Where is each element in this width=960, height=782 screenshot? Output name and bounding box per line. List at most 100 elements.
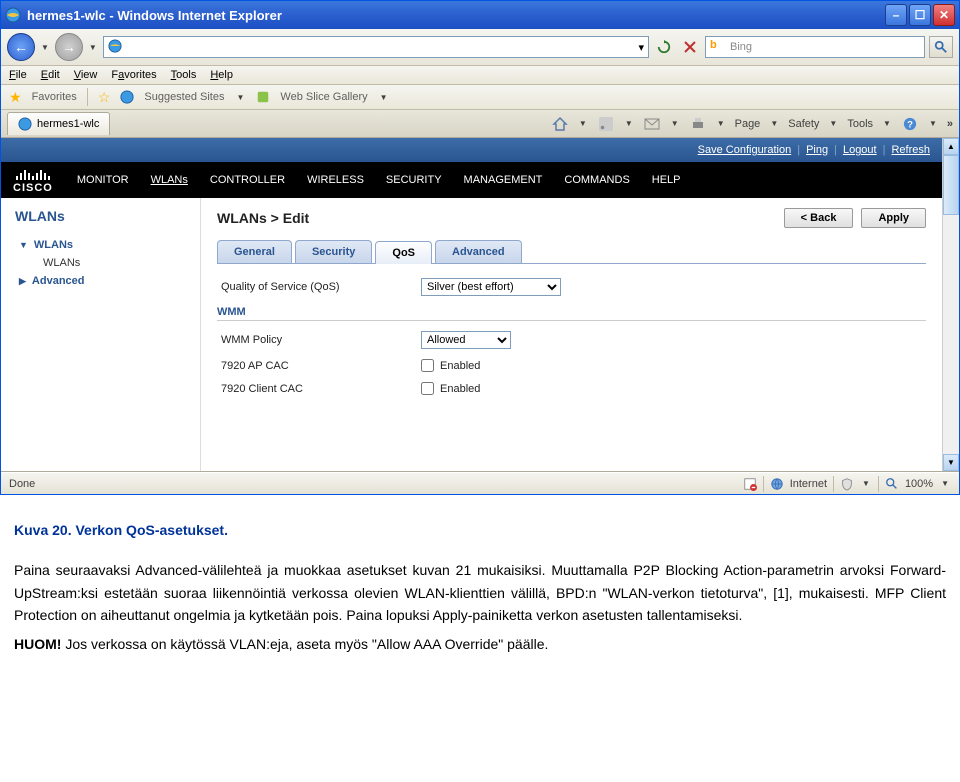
suggested-star-icon: ☆ [98, 89, 111, 106]
client-cac-enabled-text: Enabled [440, 383, 480, 395]
nav-commands[interactable]: COMMANDS [564, 174, 629, 186]
webslice-link[interactable]: Web Slice Gallery [280, 91, 367, 103]
doc-paragraph-1: Paina seuraavaksi Advanced-välilehteä ja… [14, 559, 946, 626]
cisco-nav-bar: CISCO MONITOR WLANs CONTROLLER WIRELESS … [1, 162, 942, 198]
browser-tab[interactable]: hermes1-wlc [7, 112, 110, 135]
qos-label: Quality of Service (QoS) [221, 281, 421, 293]
favorites-label[interactable]: Favorites [32, 91, 77, 103]
separator [87, 88, 88, 106]
close-button[interactable]: ✕ [933, 4, 955, 26]
back-button[interactable]: < Back [784, 208, 854, 228]
tab-security[interactable]: Security [295, 240, 372, 263]
blocked-icon[interactable] [743, 477, 757, 491]
suggested-sites-link[interactable]: Suggested Sites [144, 91, 224, 103]
address-dropdown-icon[interactable]: ▾ [638, 41, 644, 54]
menu-tools[interactable]: Tools [171, 69, 197, 81]
maximize-button[interactable]: ☐ [909, 4, 931, 26]
help-icon[interactable]: ? [901, 115, 919, 133]
tab-general[interactable]: General [217, 240, 292, 263]
ie-icon [5, 7, 21, 23]
minimize-button[interactable]: – [885, 4, 907, 26]
ap-cac-label: 7920 AP CAC [221, 360, 421, 372]
menu-edit[interactable]: Edit [41, 69, 60, 81]
refresh-link[interactable]: Refresh [891, 144, 930, 156]
nav-wlans[interactable]: WLANs [151, 174, 188, 186]
menu-view[interactable]: View [74, 69, 98, 81]
ie-page-icon [108, 39, 124, 55]
tools-menu[interactable]: Tools [847, 118, 873, 130]
webslice-icon [256, 90, 270, 104]
page-heading: WLANs > Edit [217, 210, 309, 226]
page-menu[interactable]: Page [735, 118, 761, 130]
feeds-icon[interactable] [597, 115, 615, 133]
tab-advanced[interactable]: Advanced [435, 240, 522, 263]
apply-button[interactable]: Apply [861, 208, 926, 228]
client-cac-label: 7920 Client CAC [221, 383, 421, 395]
qos-select[interactable]: Silver (best effort) [421, 278, 561, 296]
menu-file[interactable]: File [9, 69, 27, 81]
vertical-scrollbar[interactable]: ▲ ▼ [942, 138, 959, 471]
address-bar[interactable]: ▾ [103, 36, 649, 58]
sidebar-item-advanced[interactable]: ▶ Advanced [15, 272, 186, 290]
wmm-policy-select[interactable]: Allowed [421, 331, 511, 349]
nav-back-button[interactable]: ← [7, 33, 35, 61]
bing-icon: b [710, 39, 726, 55]
suggested-dropdown[interactable]: ▼ [237, 93, 245, 102]
nav-back-dropdown[interactable]: ▼ [41, 43, 49, 52]
tab-qos[interactable]: QoS [375, 241, 432, 264]
ap-cac-checkbox[interactable] [421, 359, 434, 372]
safety-menu[interactable]: Safety [788, 118, 819, 130]
search-bar[interactable]: b Bing [705, 36, 925, 58]
nav-controller[interactable]: CONTROLLER [210, 174, 285, 186]
client-cac-checkbox[interactable] [421, 382, 434, 395]
print-icon[interactable] [689, 115, 707, 133]
chevron-right-icon: ▶ [19, 276, 26, 287]
nav-forward-dropdown[interactable]: ▼ [89, 43, 97, 52]
wmm-policy-label: WMM Policy [221, 334, 421, 346]
sidebar-item-wlans-parent[interactable]: ▼ WLANs [15, 236, 186, 254]
cisco-tabs: General Security QoS Advanced [217, 240, 926, 264]
refresh-button[interactable] [653, 36, 675, 58]
search-placeholder: Bing [730, 41, 752, 53]
mail-icon[interactable] [643, 115, 661, 133]
wmm-section-heading: WMM [217, 306, 926, 321]
chevron-down-icon: ▼ [19, 240, 28, 250]
sidebar-item-wlans-child[interactable]: WLANs [15, 254, 186, 272]
scroll-up-button[interactable]: ▲ [943, 138, 959, 155]
status-done: Done [9, 478, 35, 490]
ap-cac-enabled-text: Enabled [440, 360, 480, 372]
cisco-main-panel: WLANs > Edit < Back Apply General Securi… [201, 198, 942, 471]
nav-wireless[interactable]: WIRELESS [307, 174, 364, 186]
search-button[interactable] [929, 36, 953, 58]
favorites-star-icon[interactable]: ★ [9, 89, 22, 106]
save-config-link[interactable]: Save Configuration [698, 144, 792, 156]
nav-help[interactable]: HELP [652, 174, 681, 186]
nav-monitor[interactable]: MONITOR [77, 174, 129, 186]
home-icon[interactable] [551, 115, 569, 133]
nav-toolbar: ← ▼ → ▼ ▾ b Bing [1, 29, 959, 66]
cisco-sidebar: WLANs ▼ WLANs WLANs ▶ Advanced [1, 198, 201, 471]
logout-link[interactable]: Logout [843, 144, 877, 156]
nav-security[interactable]: SECURITY [386, 174, 442, 186]
zoom-level[interactable]: 100% [905, 478, 933, 490]
nav-management[interactable]: MANAGEMENT [464, 174, 543, 186]
scroll-down-button[interactable]: ▼ [943, 454, 959, 471]
menu-bar: File Edit View Favorites Tools Help [1, 66, 959, 85]
nav-forward-button[interactable]: → [55, 33, 83, 61]
doc-paragraph-2: HUOM! Jos verkossa on käytössä VLAN:eja,… [14, 633, 946, 655]
document-text: Kuva 20. Verkon QoS-asetukset. Paina seu… [0, 495, 960, 691]
sidebar-heading: WLANs [15, 208, 186, 224]
menu-favorites[interactable]: Favorites [111, 69, 156, 81]
scroll-thumb[interactable] [943, 155, 959, 215]
suggested-sites-ie-icon [120, 90, 134, 104]
svg-text:?: ? [907, 119, 913, 130]
webslice-dropdown[interactable]: ▼ [380, 93, 388, 102]
overflow-button[interactable]: » [947, 118, 953, 130]
figure-caption: Kuva 20. Verkon QoS-asetukset. [14, 519, 946, 541]
zoom-icon[interactable] [885, 477, 899, 491]
window-titlebar: hermes1-wlc - Windows Internet Explorer … [1, 1, 959, 29]
menu-help[interactable]: Help [210, 69, 233, 81]
ping-link[interactable]: Ping [806, 144, 828, 156]
protected-mode-icon[interactable] [840, 477, 854, 491]
stop-button[interactable] [679, 36, 701, 58]
